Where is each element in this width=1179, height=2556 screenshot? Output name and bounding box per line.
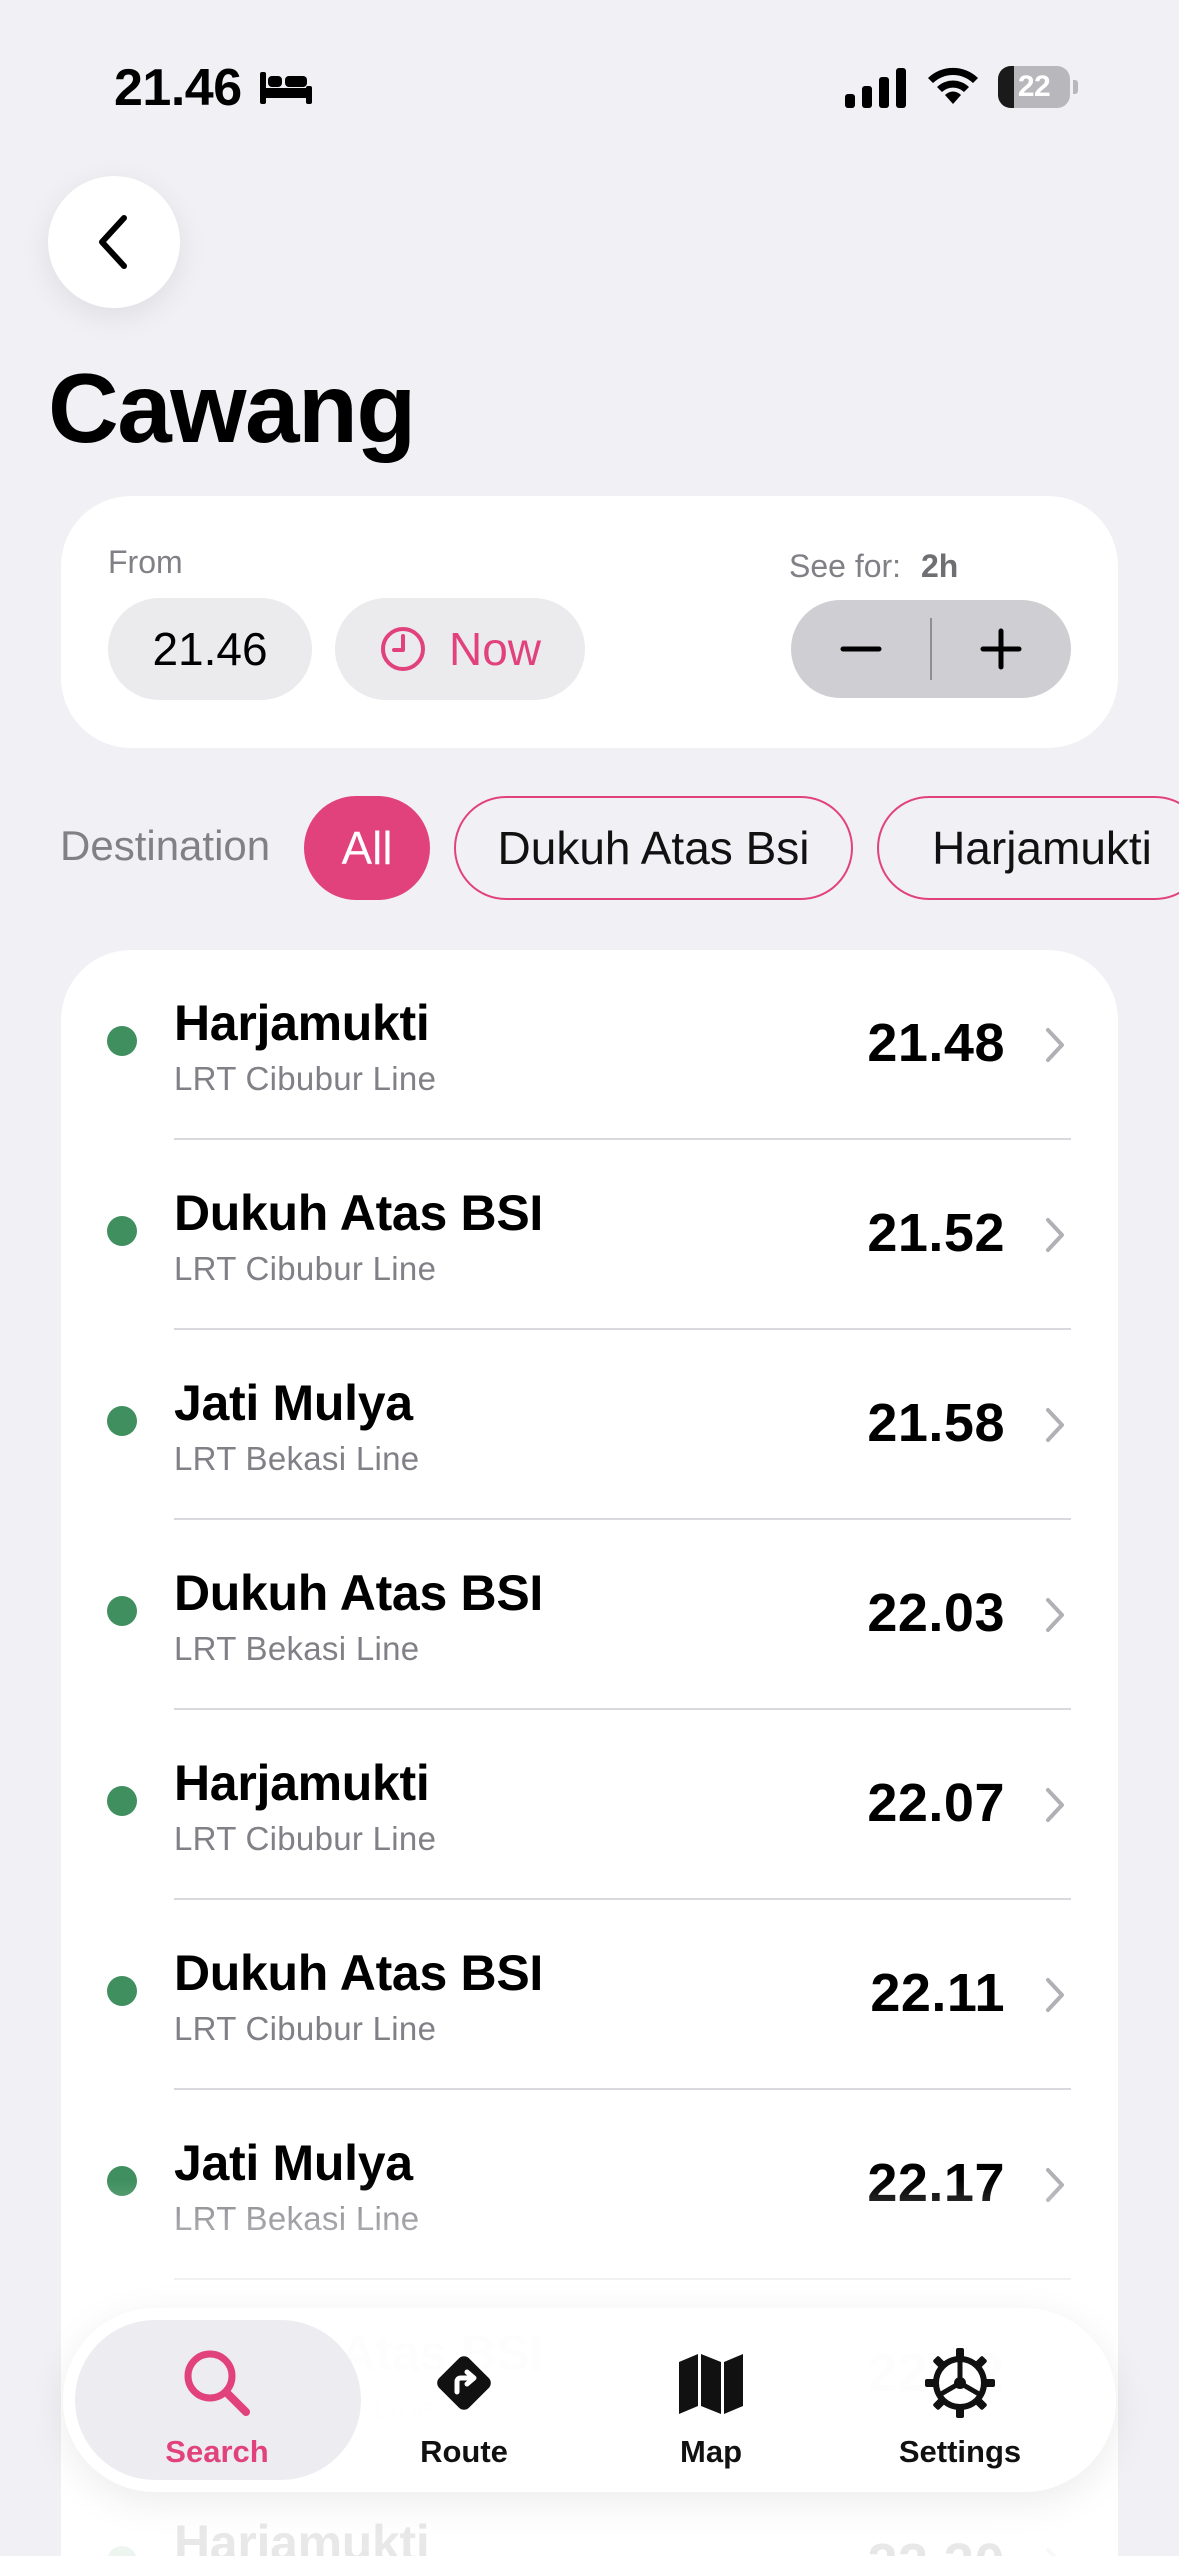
status-dot [107,1026,137,1056]
tab-bar: Search Route Map Settings [63,2308,1116,2492]
chevron-left-icon [99,215,127,269]
see-for-label: See for: [789,548,902,584]
departure-line: LRT Cibubur Line [174,2010,437,2047]
search-icon [184,2350,250,2416]
minus-icon [840,646,882,652]
status-time: 21.46 [114,59,242,117]
wifi-icon [928,67,978,104]
departure-line: LRT Cibubur Line [174,1060,437,1097]
departure-row[interactable]: Dukuh Atas BSI LRT Cibubur Line 22.11 [61,1900,1118,2090]
increase-duration-button[interactable] [931,600,1071,698]
departure-destination: Dukuh Atas BSI [174,1565,543,1621]
time-selector-card: From 21.46 Now See for: 2h [61,496,1118,748]
filter-chip-dukuh-atas-bsi[interactable]: Dukuh Atas Bsi [454,796,853,900]
battery-indicator: 22 [998,66,1078,108]
status-dot [107,2546,137,2556]
chevron-right-icon [1046,1028,1064,1062]
status-dot [107,1976,137,2006]
status-dot [107,1596,137,1626]
departure-row[interactable]: Dukuh Atas BSI LRT Cibubur Line 21.52 [61,1140,1118,1330]
decrease-duration-button[interactable] [791,600,931,698]
tab-settings[interactable]: Settings [836,2308,1084,2492]
departure-time: 21.58 [867,1393,1005,1453]
departure-time: 22.30 [867,2532,1005,2556]
departure-destination: Dukuh Atas BSI [174,1185,543,1241]
status-dot [107,1406,137,1436]
status-dot [107,2166,137,2196]
departure-time: 22.03 [867,1583,1005,1643]
departure-destination: Dukuh Atas BSI [174,1945,543,2001]
tab-map-label: Map [680,2434,742,2469]
chevron-right-icon [1046,1788,1064,1822]
duration-stepper [791,600,1071,698]
filter-chip-harjamukti[interactable]: Harjamukti [877,796,1179,900]
departure-destination: Harjamukti [174,995,430,1051]
bed-icon [260,72,312,104]
map-icon [679,2354,743,2414]
departure-line: LRT Bekasi Line [174,1630,420,1667]
status-bar: 21.46 22 [0,0,1179,170]
tab-search[interactable]: Search [93,2308,341,2492]
departure-destination: Jati Mulya [174,2135,413,2191]
chevron-right-icon [1046,2548,1057,2556]
chevron-right-icon [1046,2168,1064,2202]
departure-row[interactable]: Jati Mulya LRT Bekasi Line 21.58 [61,1330,1118,1520]
departure-time: 21.48 [867,1013,1005,1073]
departure-line: LRT Cibubur Line [174,1820,437,1857]
page-title: Cawang [48,353,416,463]
departure-time: 21.52 [867,1203,1005,1263]
departure-row[interactable]: Harjamukti LRT Cibubur Line 21.48 [61,950,1118,1140]
from-label: From [108,544,183,580]
departure-destination: Harjamukti [174,2515,430,2556]
now-label: Now [448,623,542,675]
chevron-right-icon [1046,1598,1064,1632]
departure-time: 22.07 [867,1773,1005,1833]
departure-destination: Jati Mulya [174,1375,413,1431]
chevron-right-icon [1046,1408,1064,1442]
clock-icon [380,627,425,671]
chevron-right-icon [1046,1218,1064,1252]
status-dot [107,1216,137,1246]
plus-icon [980,628,1022,670]
departure-row[interactable]: Harjamukti LRT Cibubur Line 22.07 [61,1710,1118,1900]
departure-row[interactable]: Dukuh Atas BSI LRT Bekasi Line 22.03 [61,1520,1118,1710]
see-for-value: 2h [921,548,959,584]
back-button[interactable] [48,176,180,308]
departure-time: 22.17 [867,2153,1005,2213]
tab-route[interactable]: Route [340,2308,588,2492]
route-icon [437,2356,491,2410]
departure-line: LRT Bekasi Line [174,1440,420,1477]
filter-chip-all[interactable]: All [304,796,430,900]
gear-icon [925,2348,995,2418]
tab-settings-label: Settings [898,2434,1022,2469]
chevron-right-icon [1046,1978,1064,2012]
from-time-button[interactable]: 21.46 [108,598,312,700]
tab-route-label: Route [420,2434,508,2469]
tab-search-label: Search [165,2434,269,2469]
departure-line: LRT Cibubur Line [174,1250,437,1287]
status-dot [107,1786,137,1816]
tab-map[interactable]: Map [587,2308,835,2492]
departure-destination: Harjamukti [174,1755,430,1811]
battery-level: 22 [1017,70,1051,103]
station-departures-screen: 21.46 22 Cawang From 21.46 Now See for: … [0,0,1179,2556]
departure-line: LRT Bekasi Line [174,2200,420,2237]
departure-row[interactable]: Jati Mulya LRT Bekasi Line 22.17 [61,2090,1118,2280]
destination-filter-label: Destination [60,822,271,869]
departure-time: 22.11 [870,1963,1005,2023]
now-button[interactable]: Now [335,598,585,700]
cellular-signal-icon [845,68,906,108]
